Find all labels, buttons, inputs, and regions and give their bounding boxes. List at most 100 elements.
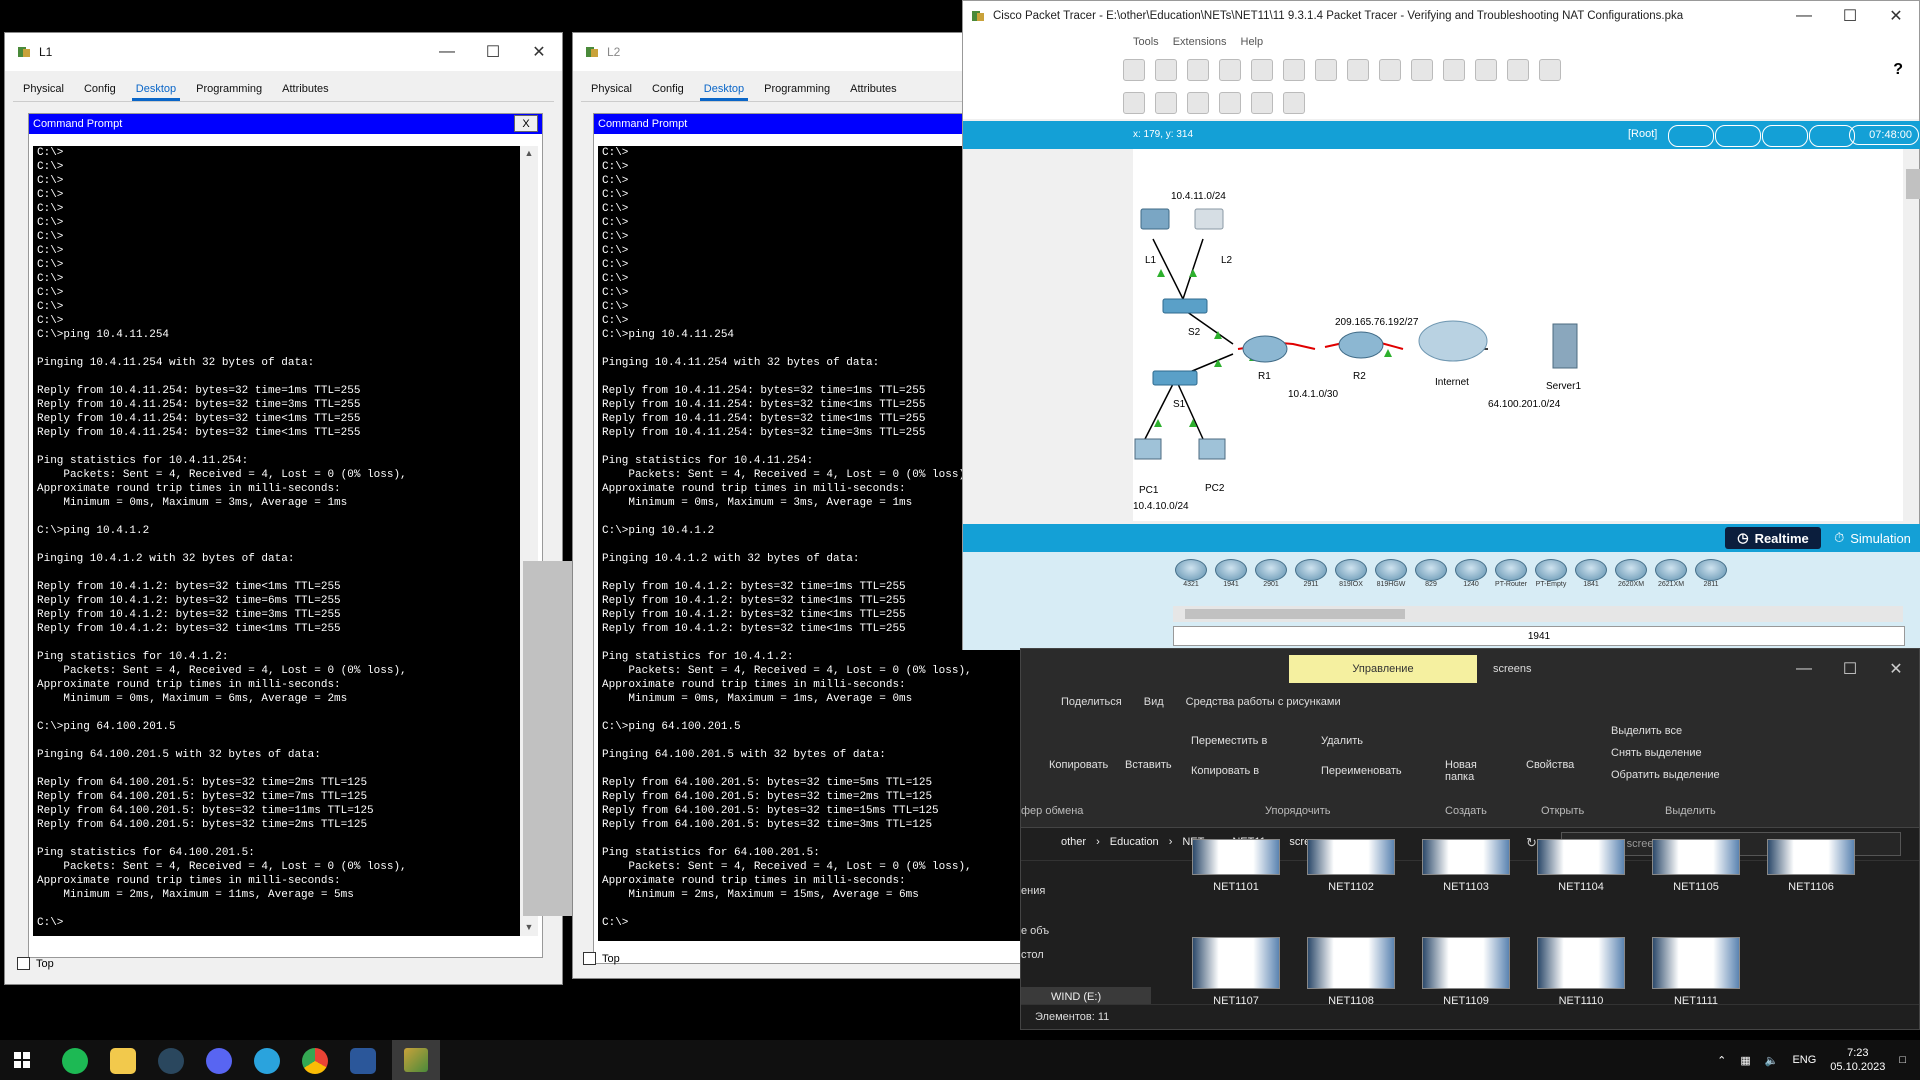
toolbar-tool-icon[interactable] (1187, 59, 1209, 81)
device-list-scrollbar[interactable] (1173, 606, 1903, 622)
telegram-icon[interactable] (254, 1048, 280, 1074)
device-model-item[interactable]: 4321 (1173, 556, 1209, 588)
simulation-button[interactable]: ⏱ Simulation (1825, 527, 1920, 549)
root-label[interactable]: [Root] (1628, 128, 1657, 140)
checkbox-icon[interactable] (583, 952, 596, 965)
tab-physical[interactable]: Physical (13, 83, 74, 101)
zoom-in-icon[interactable] (1315, 59, 1337, 81)
device-label-r1[interactable]: R1 (1258, 371, 1271, 382)
file-item[interactable]: NET1106 (1766, 839, 1856, 893)
close-button[interactable]: ✕ (516, 33, 562, 71)
device-model-item[interactable]: 1941 (1213, 556, 1249, 588)
device-model-item[interactable]: 2911 (1293, 556, 1329, 588)
file-item[interactable]: NET1110 (1536, 937, 1626, 1007)
realtime-button[interactable]: ◷ Realtime (1725, 527, 1821, 549)
checkbox-icon[interactable] (17, 957, 30, 970)
chevron-up-icon[interactable]: ⌃ (1717, 1054, 1726, 1067)
move-button[interactable] (1762, 125, 1808, 147)
toolbar-tool-icon[interactable] (1443, 59, 1465, 81)
device-model-item[interactable]: PT-Empty (1533, 556, 1569, 588)
device-label-r2[interactable]: R2 (1353, 371, 1366, 382)
zoom-out-icon[interactable] (1379, 59, 1401, 81)
toolbar-tool-icon[interactable] (1507, 59, 1529, 81)
l1-titlebar[interactable]: L1 — ☐ ✕ (5, 33, 562, 71)
device-label-s1[interactable]: S1 (1173, 399, 1185, 410)
chrome-icon[interactable] (302, 1048, 328, 1074)
line-icon[interactable] (1123, 92, 1145, 114)
device-model-item[interactable]: 819IOX (1333, 556, 1369, 588)
close-button[interactable]: ✕ (1873, 1, 1919, 31)
terminal-scrollbar[interactable]: ▲ ▼ (520, 146, 613, 936)
freeform-icon[interactable] (1219, 92, 1241, 114)
undo-icon[interactable] (1251, 59, 1273, 81)
terminal-output[interactable]: C:\> C:\> C:\> C:\> C:\> C:\> C:\> C:\> … (33, 146, 520, 936)
device-label-l1[interactable]: L1 (1145, 255, 1156, 266)
language-indicator[interactable]: ENG (1792, 1054, 1816, 1066)
menu-help[interactable]: Help (1241, 36, 1264, 48)
file-item[interactable]: NET1109 (1421, 937, 1511, 1007)
file-item[interactable]: NET1103 (1421, 839, 1511, 893)
spotify-icon[interactable] (62, 1048, 88, 1074)
workspace-vscroll[interactable] (1903, 149, 1920, 521)
tab-programming[interactable]: Programming (754, 83, 840, 101)
device-model-item[interactable]: 819HGW (1373, 556, 1409, 588)
command-prompt-close-button[interactable]: X (514, 115, 538, 132)
file-item[interactable]: NET1104 (1536, 839, 1626, 893)
toolbar-tool-icon[interactable] (1475, 59, 1497, 81)
logical-workspace[interactable]: 10.4.11.0/24 209.165.76.192/27 10.4.1.0/… (1133, 149, 1903, 521)
pt-titlebar[interactable]: Cisco Packet Tracer - E:\other\Education… (963, 1, 1919, 31)
cluster-button[interactable] (1715, 125, 1761, 147)
toolbar-tool-icon[interactable] (1539, 59, 1561, 81)
device-model-item[interactable]: PT-Router (1493, 556, 1529, 588)
maximize-button[interactable]: ☐ (1827, 1, 1873, 31)
tab-physical[interactable]: Physical (581, 83, 642, 101)
tab-attributes[interactable]: Attributes (272, 83, 338, 101)
tab-desktop[interactable]: Desktop (694, 83, 754, 101)
tab-config[interactable]: Config (642, 83, 694, 101)
scroll-up-icon[interactable]: ▲ (520, 148, 538, 162)
help-icon[interactable]: ? (1893, 61, 1903, 79)
notifications-icon[interactable]: □ (1899, 1054, 1906, 1066)
device-model-item[interactable]: 829 (1413, 556, 1449, 588)
minimize-button[interactable]: — (424, 33, 470, 71)
device-label-server1[interactable]: Server1 (1546, 381, 1581, 392)
file-item[interactable]: NET1108 (1306, 937, 1396, 1007)
rectangle-icon[interactable] (1155, 92, 1177, 114)
device-label-l2[interactable]: L2 (1221, 255, 1232, 266)
redo-icon[interactable] (1283, 59, 1305, 81)
file-item[interactable]: NET1102 (1306, 839, 1396, 893)
device-model-item[interactable]: 2620XM (1613, 556, 1649, 588)
steam-icon[interactable] (158, 1048, 184, 1074)
device-model-item[interactable]: 2621XM (1653, 556, 1689, 588)
scroll-down-icon[interactable]: ▼ (520, 922, 538, 936)
device-label-s2[interactable]: S2 (1188, 327, 1200, 338)
device-model-item[interactable]: 1841 (1573, 556, 1609, 588)
scrollbar-thumb[interactable] (1906, 169, 1920, 199)
tab-programming[interactable]: Programming (186, 83, 272, 101)
file-item[interactable]: NET1105 (1651, 839, 1741, 893)
clock[interactable]: 7:23 05.10.2023 (1830, 1046, 1885, 1074)
device-model-item[interactable]: 2901 (1253, 556, 1289, 588)
file-explorer-icon[interactable] (110, 1048, 136, 1074)
packet-tracer-taskbar-item[interactable] (392, 1040, 440, 1080)
device-model-item[interactable]: 1240 (1453, 556, 1489, 588)
toolbar-tool-icon[interactable] (1123, 59, 1145, 81)
device-label-pc2[interactable]: PC2 (1205, 483, 1224, 494)
tab-desktop[interactable]: Desktop (126, 83, 186, 101)
add-pdu-icon[interactable] (1251, 92, 1273, 114)
minimize-button[interactable]: — (1781, 1, 1827, 31)
toolbar-tool-icon[interactable] (1155, 59, 1177, 81)
viewport-button[interactable] (1668, 125, 1714, 147)
clock-display[interactable]: 07:48:00 (1849, 125, 1919, 145)
device-model-item[interactable]: 2811 (1693, 556, 1729, 588)
top-checkbox[interactable]: Top (17, 957, 54, 970)
file-item[interactable]: NET1111 (1651, 937, 1741, 1007)
menu-tools[interactable]: Tools (1133, 36, 1159, 48)
device-label-internet[interactable]: Internet (1435, 377, 1469, 388)
maximize-button[interactable]: ☐ (470, 33, 516, 71)
tab-attributes[interactable]: Attributes (840, 83, 906, 101)
tab-config[interactable]: Config (74, 83, 126, 101)
start-button[interactable] (14, 1052, 30, 1068)
top-checkbox[interactable]: Top (583, 952, 620, 965)
ellipse-icon[interactable] (1187, 92, 1209, 114)
